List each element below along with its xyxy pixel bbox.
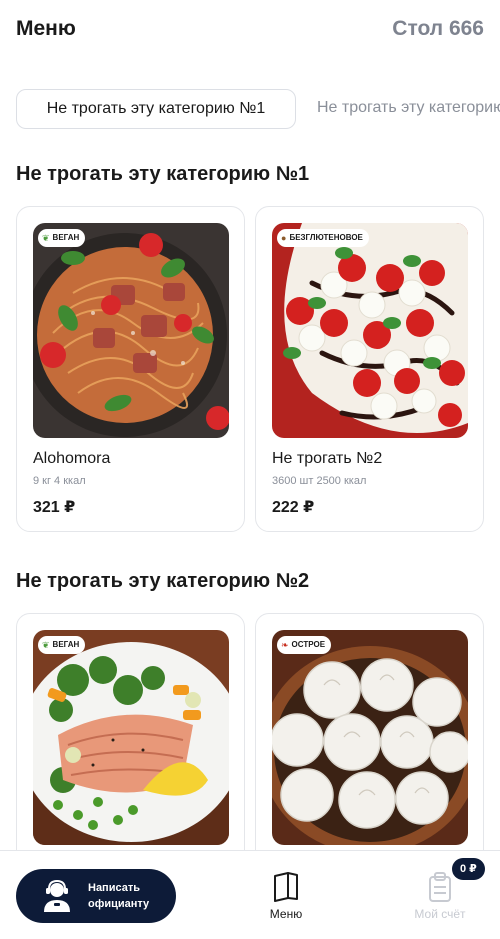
menu-item-card[interactable]: ❦ ВЕГАН <box>16 613 245 873</box>
nav-menu-label: Меню <box>269 907 303 921</box>
item-price: 321 ₽ <box>33 499 76 516</box>
bottom-navigation: Написать официанту Меню Мой счёт <box>0 850 500 939</box>
dumplings-image: ❧ ОСТРОЕ <box>272 630 468 845</box>
vegan-badge: ❦ ВЕГАН <box>38 636 86 654</box>
call-waiter-label: Написать официанту <box>88 882 150 910</box>
caprese-image: ● БЕЗГЛЮТЕНОВОЕ <box>272 223 468 438</box>
tab-category-2[interactable]: Не трогать эту категорию №2 <box>317 89 500 129</box>
section-title: Не трогать эту категорию №1 <box>16 163 310 185</box>
pasta-image: ❦ ВЕГАН <box>33 223 229 438</box>
menu-item-card[interactable]: ❦ ВЕГАН Alohomora 9 кг 4 ккал 321 ₽ <box>16 206 245 532</box>
gluten-free-badge: ● БЕЗГЛЮТЕНОВОЕ <box>277 229 369 247</box>
grain-icon: ● <box>281 233 287 243</box>
spicy-badge: ❧ ОСТРОЕ <box>277 636 332 654</box>
section-title: Не трогать эту категорию №2 <box>16 570 310 592</box>
leaf-icon: ❦ <box>42 640 50 650</box>
page-title: Меню <box>16 17 76 40</box>
salmon-image: ❦ ВЕГАН <box>33 630 229 845</box>
menu-item-card[interactable]: ❧ ОСТРОЕ <box>255 613 484 873</box>
waiter-icon <box>44 879 70 912</box>
nav-menu[interactable]: Меню <box>246 871 326 921</box>
header: Меню Стол 666 <box>0 0 500 60</box>
nav-bill-label: Мой счёт <box>414 907 466 921</box>
item-name: Не трогать №2 <box>272 450 383 467</box>
item-meta: 3600 шт 2500 ккал <box>272 475 367 487</box>
receipt-icon <box>429 872 451 902</box>
item-name: Alohomora <box>33 450 111 467</box>
category-tabs: Не трогать эту категорию №1 Не трогать э… <box>0 89 500 129</box>
book-icon <box>274 872 298 902</box>
leaf-icon: ❦ <box>42 233 50 243</box>
table-number: Стол 666 <box>392 17 484 40</box>
item-meta: 9 кг 4 ккал <box>33 475 86 487</box>
vegan-badge: ❦ ВЕГАН <box>38 229 86 247</box>
menu-item-card[interactable]: ● БЕЗГЛЮТЕНОВОЕ Не трогать №2 3600 шт 25… <box>255 206 484 532</box>
item-price: 222 ₽ <box>272 499 315 516</box>
tab-category-1[interactable]: Не трогать эту категорию №1 <box>16 89 296 129</box>
bill-amount-badge: 0 ₽ <box>452 858 485 880</box>
call-waiter-button[interactable]: Написать официанту <box>16 869 176 923</box>
chili-icon: ❧ <box>281 640 289 650</box>
